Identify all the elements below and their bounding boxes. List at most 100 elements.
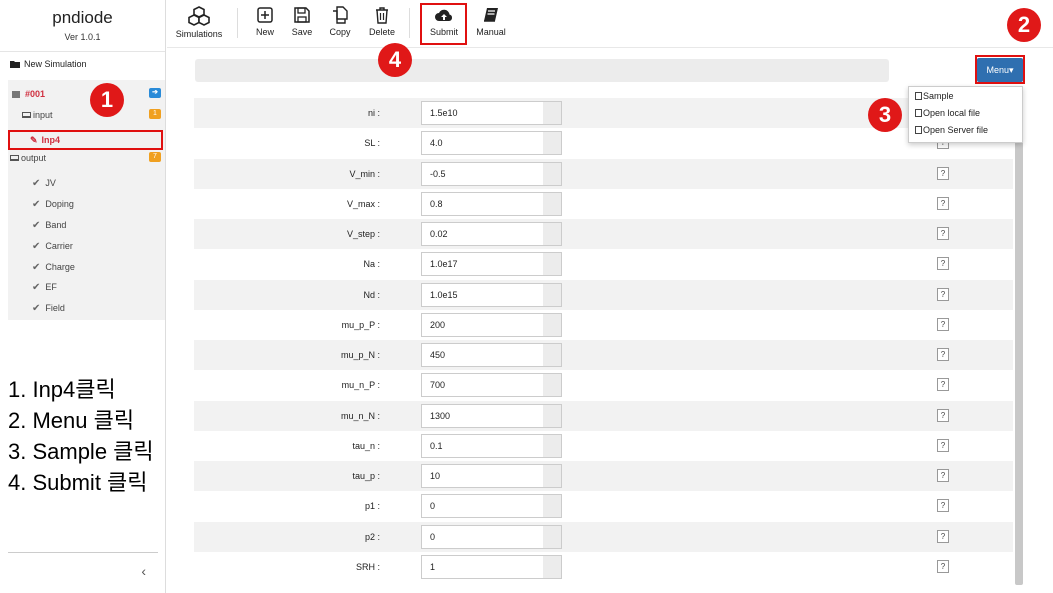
step-marker-4: 4	[378, 43, 412, 77]
param-row: mu_n_N : 1300?	[194, 400, 1013, 431]
help-icon[interactable]: ?	[937, 257, 949, 271]
collapse-sidebar-icon[interactable]: ‹	[141, 563, 146, 579]
param-input[interactable]: 1.0e17	[421, 252, 544, 277]
param-input-addon[interactable]	[543, 191, 562, 216]
help-icon[interactable]: ?	[937, 408, 949, 422]
instruction-step: 1. Inp4클릭	[8, 377, 116, 402]
output-item-jv[interactable]: ✔ JV	[8, 173, 165, 193]
output-item-charge[interactable]: ✔ Charge	[8, 257, 165, 277]
menu-item-sample[interactable]: Sample	[915, 89, 1015, 104]
param-label: Na :	[363, 259, 380, 270]
save-button[interactable]: Save	[287, 6, 317, 37]
output-item-field[interactable]: ✔ Field	[8, 298, 165, 318]
save-icon	[294, 7, 310, 23]
output-label-ef: EF	[45, 282, 57, 292]
param-input[interactable]: 1300	[421, 403, 544, 428]
new-button[interactable]: New	[251, 6, 279, 37]
param-label: mu_p_P :	[341, 319, 380, 330]
menu-dropdown: Sample Open local file Open Server file	[908, 86, 1023, 143]
param-input-addon[interactable]	[543, 131, 562, 156]
param-row: V_max : 0.8?	[194, 189, 1013, 219]
param-input-addon[interactable]	[543, 373, 562, 398]
scrollbar[interactable]	[1015, 95, 1023, 585]
param-input[interactable]: 10	[421, 464, 544, 488]
param-input[interactable]: 0	[421, 524, 544, 549]
book-icon	[484, 8, 498, 22]
param-input[interactable]: 450	[421, 343, 544, 367]
input-label: input	[33, 110, 53, 120]
file-icon	[915, 126, 922, 134]
tree-item-output[interactable]: output 7	[8, 148, 165, 168]
output-item-band[interactable]: ✔ Band	[8, 215, 165, 235]
copy-icon	[333, 6, 348, 24]
instruction-step: 4. Submit 클릭	[8, 470, 148, 495]
param-input-addon[interactable]	[543, 343, 562, 367]
param-input[interactable]: 700	[421, 373, 544, 398]
help-icon[interactable]: ?	[937, 317, 949, 331]
output-label-field: Field	[45, 303, 65, 313]
param-label: ni :	[367, 108, 380, 118]
param-input-addon[interactable]	[543, 312, 562, 337]
param-label: tau_n :	[352, 440, 380, 451]
sidebar: pndiode Ver 1.0.1 New Simulation #001 ➔ …	[0, 0, 166, 593]
param-input[interactable]: 0.02	[421, 222, 544, 246]
instruction-step: 2. Menu 클릭	[8, 408, 135, 433]
menu-item-open-server[interactable]: Open Server file	[915, 123, 1015, 138]
breadcrumb-bar	[195, 59, 889, 82]
param-input-addon[interactable]	[543, 464, 562, 488]
help-icon[interactable]: ?	[937, 348, 949, 361]
param-input-addon[interactable]	[543, 282, 562, 307]
param-input[interactable]: 200	[421, 312, 544, 337]
param-input-addon[interactable]	[543, 554, 562, 579]
param-input[interactable]: 1	[421, 554, 544, 579]
help-icon[interactable]: ?	[937, 559, 949, 573]
help-icon[interactable]: ?	[937, 196, 949, 210]
param-input[interactable]: 0.1	[421, 433, 544, 458]
delete-button[interactable]: Delete	[364, 6, 400, 37]
check-icon: ✔	[32, 177, 41, 189]
new-label: New	[255, 27, 274, 37]
param-input-addon[interactable]	[543, 101, 562, 125]
go-arrow-icon[interactable]: ➔	[149, 88, 161, 98]
help-icon[interactable]: ?	[937, 529, 949, 543]
param-input-addon[interactable]	[543, 433, 562, 458]
help-icon[interactable]: ?	[937, 499, 949, 513]
param-row: mu_n_P : 700?	[194, 370, 1013, 400]
param-row: p1 : 0?	[194, 491, 1013, 521]
param-row: V_min : -0.5?	[194, 158, 1013, 189]
param-row: Nd : 1.0e15?	[194, 279, 1013, 310]
param-input[interactable]: -0.5	[421, 161, 544, 186]
tree-item-sim[interactable]: #001 ➔	[8, 84, 165, 104]
menu-item-label: Sample	[923, 91, 954, 101]
param-input-addon[interactable]	[543, 403, 562, 428]
output-item-carrier[interactable]: ✔ Carrier	[8, 236, 165, 256]
help-icon[interactable]: ?	[937, 287, 949, 301]
param-input[interactable]: 0.8	[421, 191, 544, 216]
copy-button[interactable]: Copy	[325, 6, 355, 37]
simulations-button[interactable]: Simulations	[173, 6, 225, 39]
help-icon[interactable]: ?	[937, 378, 949, 392]
help-icon[interactable]: ?	[937, 438, 949, 452]
param-input-addon[interactable]	[543, 494, 562, 519]
tree-item-input[interactable]: input 1	[8, 105, 165, 125]
new-simulation-item[interactable]: New Simulation	[8, 54, 164, 74]
param-input-addon[interactable]	[543, 161, 562, 186]
param-input[interactable]: 0	[421, 494, 544, 519]
output-item-ef[interactable]: ✔ EF	[8, 277, 165, 297]
check-icon: ✔	[32, 219, 41, 231]
help-icon[interactable]: ?	[937, 469, 949, 482]
param-input[interactable]: 1.0e15	[421, 282, 544, 307]
param-input-addon[interactable]	[543, 252, 562, 277]
app-version: Ver 1.0.1	[64, 32, 101, 42]
help-icon[interactable]: ?	[937, 166, 949, 180]
output-item-doping[interactable]: ✔ Doping	[8, 194, 165, 214]
param-input-addon[interactable]	[543, 222, 562, 246]
manual-button[interactable]: Manual	[473, 6, 509, 37]
help-icon[interactable]: ?	[937, 227, 949, 240]
param-input[interactable]: 4.0	[421, 131, 544, 156]
param-input[interactable]: 1.5e10	[421, 101, 544, 125]
param-input-addon[interactable]	[543, 524, 562, 549]
menu-item-open-local[interactable]: Open local file	[915, 106, 1015, 121]
instruction-step: 3. Sample 클릭	[8, 439, 154, 464]
save-label: Save	[291, 27, 313, 37]
